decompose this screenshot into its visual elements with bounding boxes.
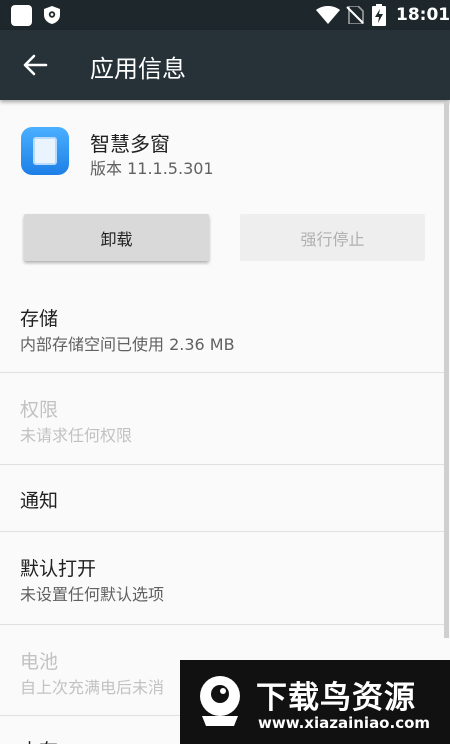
uninstall-button[interactable]: 卸载	[24, 214, 209, 261]
watermark-url: www.xiazainiao.com	[258, 714, 431, 732]
item-title: 默认打开	[20, 558, 97, 580]
list-item-permissions[interactable]: 权限 未请求任何权限	[0, 373, 445, 464]
item-subtitle: 未请求任何权限	[20, 426, 133, 445]
app-icon	[21, 127, 69, 175]
page-title: 应用信息	[90, 55, 186, 83]
app-version: 版本 11.1.5.301	[90, 159, 214, 178]
item-title: 存储	[20, 308, 59, 330]
app-notification-icon	[11, 5, 32, 26]
list-item-storage[interactable]: 存储 内部存储空间已使用 2.36 MB	[0, 290, 445, 372]
clock: 18:01	[396, 5, 450, 25]
wifi-icon	[316, 6, 340, 24]
scrollbar[interactable]	[444, 102, 449, 638]
item-title: 内存	[20, 736, 58, 744]
item-subtitle: 未设置任何默认选项	[20, 585, 165, 604]
watermark: 下载鸟资源 www.xiazainiao.com	[180, 660, 450, 744]
watermark-title: 下载鸟资源	[256, 680, 416, 716]
bird-logo-icon	[200, 676, 240, 726]
item-subtitle: 内部存储空间已使用 2.36 MB	[20, 335, 235, 354]
window-icon	[33, 137, 57, 165]
app-name: 智慧多窗	[90, 132, 170, 156]
shield-icon	[44, 6, 60, 24]
item-title: 通知	[20, 490, 59, 512]
item-subtitle: 自上次充满电后未消	[20, 678, 165, 697]
item-title: 权限	[20, 399, 59, 421]
back-arrow-icon[interactable]	[22, 52, 48, 78]
app-bar: 应用信息	[0, 30, 450, 100]
no-sim-icon	[346, 6, 364, 24]
battery-charging-icon	[372, 4, 386, 26]
list-item-notifications[interactable]: 通知	[0, 465, 445, 531]
list-item-open-by-default[interactable]: 默认打开 未设置任何默认选项	[0, 532, 445, 624]
force-stop-button[interactable]: 强行停止	[240, 214, 425, 261]
item-title: 电池	[20, 651, 59, 673]
status-bar: 18:01	[0, 0, 450, 30]
